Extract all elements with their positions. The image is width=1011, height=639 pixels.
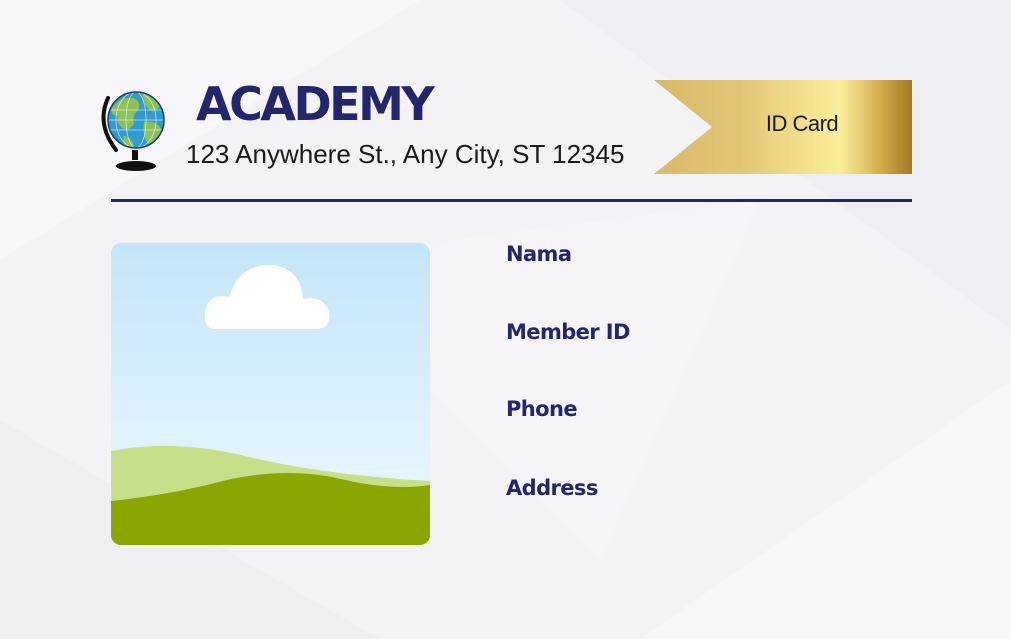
- name-field-label: Nama: [506, 242, 572, 266]
- photo-placeholder[interactable]: [111, 243, 430, 545]
- phone-field-label: Phone: [506, 397, 578, 421]
- member-id-field-label: Member ID: [506, 320, 630, 344]
- globe-icon: [101, 91, 165, 171]
- organization-name: ACADEMY: [196, 77, 435, 131]
- organization-address: 123 Anywhere St., Any City, ST 12345: [186, 139, 625, 169]
- header-divider: [111, 199, 912, 202]
- address-field-label: Address: [506, 476, 598, 500]
- image-placeholder-icon: [111, 243, 430, 545]
- id-card-label: ID Card: [765, 111, 839, 136]
- id-card: ACADEMY 123 Anywhere St., Any City, ST 1…: [0, 0, 1011, 639]
